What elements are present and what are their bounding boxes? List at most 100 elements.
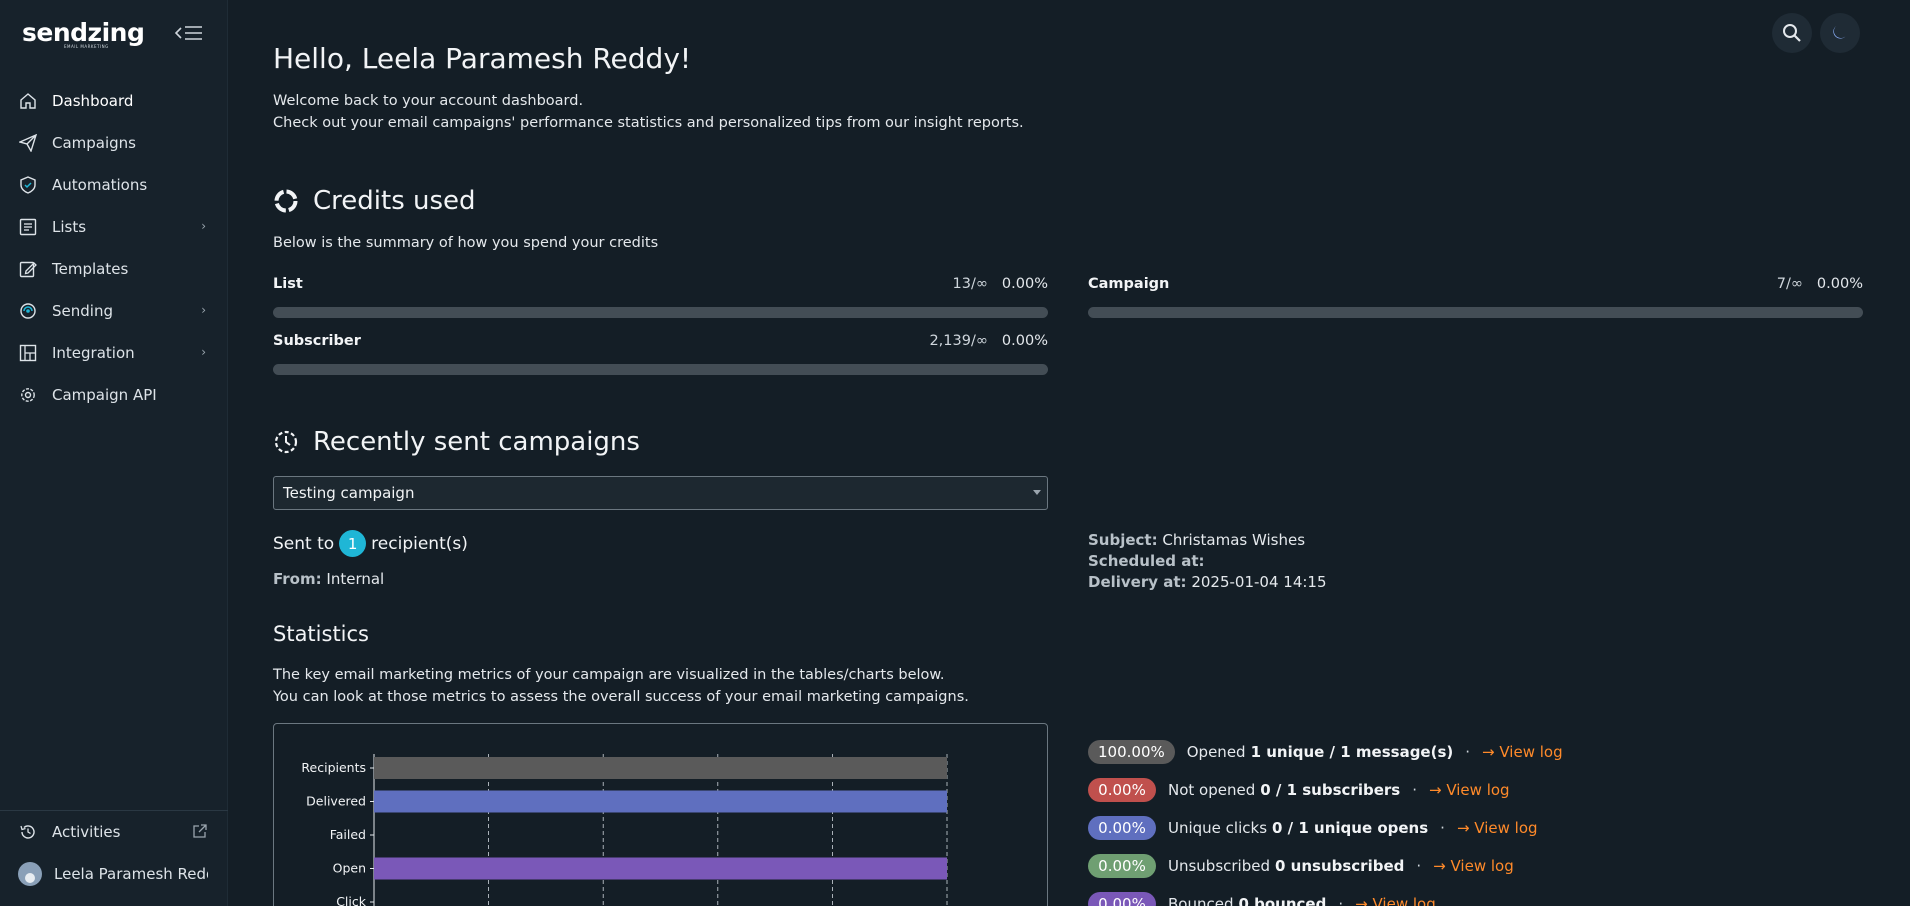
stat-row: 0.00% Bounced 0 bounced · → View log (1088, 885, 1563, 906)
sidebar-item-dashboard[interactable]: Dashboard (0, 80, 228, 122)
campaign-select[interactable]: Testing campaign (273, 476, 1048, 510)
separator-dot: · (1465, 743, 1471, 761)
stat-label: Not opened (1168, 781, 1256, 799)
sidebar-item-activities[interactable]: Activities (0, 811, 228, 853)
sent-prefix: Sent to (273, 533, 335, 554)
chart-category-label: Failed (330, 827, 366, 842)
credits-title: Credits used (313, 186, 476, 216)
stat-label: Unique clicks (1168, 819, 1268, 837)
collapse-sidebar-button[interactable] (174, 22, 204, 44)
credit-name: Subscriber (273, 333, 361, 349)
arrow-right-icon: → (1482, 743, 1495, 761)
sidebar-item-label: Automations (52, 176, 148, 194)
search-button[interactable] (1772, 13, 1812, 53)
chart-category-label: Recipients (301, 760, 366, 775)
sidebar-item-label: Dashboard (52, 92, 134, 110)
stat-value: 0 bounced (1238, 895, 1327, 906)
credit-percent: 0.00% (1001, 276, 1048, 292)
arrow-right-icon: → (1456, 819, 1470, 837)
sidebar-footer: Activities Leela Paramesh Reddy (0, 810, 228, 895)
stat-percent-badge: 0.00% (1088, 854, 1156, 878)
loading-circle-icon (274, 189, 298, 213)
cog-icon (18, 385, 38, 405)
statistics-desc-line-1: The key email marketing metrics of your … (273, 667, 945, 683)
view-log-link[interactable]: → View log (1457, 819, 1538, 837)
view-log-link[interactable]: → View log (1482, 743, 1563, 761)
arrow-right-icon: → (1428, 781, 1442, 799)
sidebar-item-sending[interactable]: Sending › (0, 290, 228, 332)
stat-value: 0 / 1 subscribers (1260, 781, 1401, 799)
separator-dot: · (1338, 895, 1344, 906)
credit-value: 2,139/∞ (929, 333, 988, 349)
credit-subscriber: Subscriber 2,139/∞ 0.00% (273, 333, 1048, 375)
clock-history-icon (274, 430, 298, 454)
chevron-right-icon: › (201, 345, 206, 359)
stat-label: Bounced (1168, 895, 1234, 906)
sidebar-item-campaign-api[interactable]: Campaign API (0, 374, 228, 416)
statistics-list: 100.00% Opened 1 unique / 1 message(s) · → V… (1088, 733, 1563, 906)
sidebar-item-label: Campaign API (52, 386, 157, 404)
sidebar-item-lists[interactable]: Lists › (0, 206, 228, 248)
credit-progress-bar (1088, 307, 1863, 318)
separator-dot: · (1440, 819, 1445, 837)
shield-check-icon (18, 175, 38, 195)
sidebar-item-integration[interactable]: Integration › (0, 332, 228, 374)
recent-campaigns-title: Recently sent campaigns (313, 427, 640, 457)
recipient-count-badge: 1 (339, 530, 367, 557)
stat-value: 0 / 1 unique opens (1272, 819, 1429, 837)
credit-progress-bar (273, 307, 1048, 318)
chevron-right-icon: › (201, 303, 206, 317)
stat-row: 0.00% Unique clicks 0 / 1 unique opens · → V… (1088, 809, 1563, 847)
sent-suffix: recipient(s) (371, 533, 468, 554)
credit-list: List 13/∞ 0.00% (273, 276, 1048, 318)
statistics-chart: Recipients Delivered Failed Open Click (273, 723, 1048, 906)
sidebar-item-label: Campaigns (52, 134, 137, 152)
list-icon (18, 217, 38, 237)
arrow-right-icon: → (1355, 895, 1368, 906)
user-name: Leela Paramesh Reddy (54, 865, 208, 883)
campaign-select-value: Testing campaign (283, 484, 415, 502)
view-log-link[interactable]: → View log (1429, 781, 1510, 799)
stat-percent-badge: 0.00% (1088, 892, 1156, 906)
credit-percent: 0.00% (1001, 333, 1048, 349)
avatar (18, 862, 42, 886)
subject-label: Subject: (1088, 531, 1158, 549)
sidebar-item-templates[interactable]: Templates (0, 248, 228, 290)
sidebar-item-campaigns[interactable]: Campaigns (0, 122, 228, 164)
brand-logo[interactable]: sendzing (22, 18, 145, 47)
stat-value: 0 unsubscribed (1275, 857, 1405, 875)
view-log-link[interactable]: → View log (1355, 895, 1436, 906)
from-label: From: (273, 570, 322, 588)
credit-campaign: Campaign 7/∞ 0.00% (1088, 276, 1863, 318)
brand-tagline: EMAIL MARKETING (64, 44, 109, 49)
sidebar-item-label: Templates (52, 260, 129, 278)
chart-bar-open (374, 857, 947, 880)
theme-toggle-button[interactable] (1820, 13, 1860, 53)
stat-label: Unsubscribed (1168, 857, 1270, 875)
credits-description: Below is the summary of how you spend yo… (273, 235, 659, 251)
history-icon (18, 822, 38, 842)
campaign-meta: Subject: Christamas Wishes Scheduled at:… (1088, 530, 1327, 593)
sent-to-summary: Sent to 1 recipient(s) (273, 530, 468, 557)
credit-value: 7/∞ (1776, 276, 1803, 292)
stat-row: 0.00% Not opened 0 / 1 subscribers · → View … (1088, 771, 1563, 809)
delivery-label: Delivery at: (1088, 573, 1187, 591)
subject-value: Christamas Wishes (1162, 531, 1306, 549)
view-log-link[interactable]: → View log (1433, 857, 1514, 875)
sidebar-nav: Dashboard Campaigns Automations Lists › (0, 80, 228, 416)
sidebar-item-automations[interactable]: Automations (0, 164, 228, 206)
chart-category-label: Open (333, 861, 366, 876)
chart-category-label: Delivered (306, 794, 366, 809)
page-title: Hello, Leela Paramesh Reddy! (273, 42, 692, 75)
stat-value: 1 unique / 1 message(s) (1250, 743, 1454, 761)
arrow-right-icon: → (1433, 857, 1446, 875)
external-link-icon[interactable] (192, 823, 208, 843)
search-icon (1783, 24, 1801, 42)
caret-down-icon (1033, 490, 1041, 495)
statistics-description: The key email marketing metrics of your … (273, 664, 969, 708)
separator-dot: · (1416, 857, 1422, 875)
user-profile[interactable]: Leela Paramesh Reddy (0, 853, 228, 895)
paper-plane-icon (18, 133, 38, 153)
sidebar: sendzing EMAIL MARKETING Dashboard Campa… (0, 0, 228, 906)
stat-percent-badge: 0.00% (1088, 778, 1156, 802)
